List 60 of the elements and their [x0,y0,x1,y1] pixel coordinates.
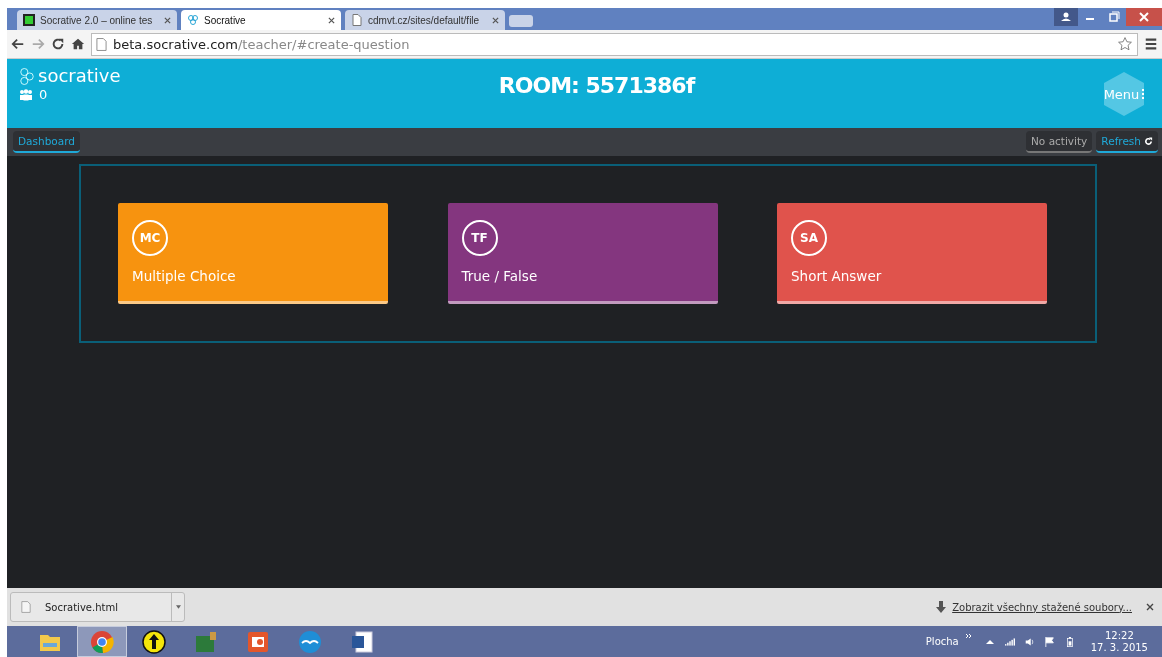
type-label: Multiple Choice [132,268,236,284]
close-icon[interactable] [1126,8,1162,26]
page-icon [96,37,107,51]
browser-tab[interactable]: Socrative 2.0 – online tes [17,10,177,30]
type-badge: TF [461,220,498,256]
room-name: ROOM: 5571386f [497,72,697,98]
clock-date: 17. 3. 2015 [1090,641,1148,654]
clock-time: 12:22 [1104,629,1134,642]
brand-name: socrative [38,65,121,87]
question-type-card[interactable]: TF True / False [447,203,718,304]
refresh-icon [1144,136,1153,146]
address-bar[interactable]: beta.socrative.com/teacher/#create-question [91,32,1138,56]
clock[interactable]: 12:22 17. 3. 2015 [1090,629,1148,654]
document-icon [351,14,363,26]
type-badge: MC [132,220,168,256]
student-count: 0 [39,87,48,102]
star-icon[interactable] [1117,36,1133,52]
download-icon [936,601,947,613]
dashboard-button[interactable]: Dashboard [13,131,80,153]
tab-title: Socrative [204,14,247,26]
back-icon[interactable] [11,37,25,51]
document-icon [21,601,31,613]
flag-icon[interactable] [1044,636,1055,647]
gulls-icon [298,629,322,654]
arrow-circle-icon [142,629,166,654]
tab-title: Socrative 2.0 – online tes [40,14,154,26]
hexagon-logo-icon [19,66,35,86]
tab-title: cdmvt.cz/sites/default/file [368,14,481,26]
browser-tab[interactable]: cdmvt.cz/sites/default/file [345,10,505,30]
show-all-downloads-link[interactable]: Zobrazit všechny stažené soubory... [952,601,1132,613]
browser-tab[interactable]: Socrative [181,10,341,30]
type-badge: SA [791,220,827,256]
refresh-button[interactable]: Refresh [1096,131,1158,153]
close-icon[interactable] [1146,603,1154,611]
file-name: Socrative.html [45,601,119,613]
caret-icon [175,605,181,609]
people-icon [19,88,33,101]
volume-icon[interactable] [1024,636,1035,647]
home-icon[interactable] [71,37,85,51]
signal-icon[interactable] [1004,636,1015,647]
download-item[interactable]: Socrative.html [10,592,185,622]
chevron-icon[interactable] [964,632,973,639]
presentation-icon [246,629,270,654]
type-label: True / False [461,268,538,284]
question-type-card[interactable]: SA Short Answer [777,203,1047,304]
desktop-toolbar-label[interactable]: Plocha [925,636,959,647]
document-icon [350,629,374,654]
close-icon[interactable] [164,16,171,24]
menu-icon[interactable] [1144,37,1158,51]
app-icon [23,14,35,26]
reload-icon[interactable] [51,37,65,51]
battery-icon[interactable] [1064,636,1075,647]
user-icon[interactable] [1054,8,1078,26]
activity-status: No activity [1026,131,1093,153]
type-label: Short Answer [791,268,882,284]
app-icon [194,629,218,654]
browser-icon [90,629,114,654]
close-icon[interactable] [328,16,335,24]
hexagon-logo-icon [187,14,199,26]
close-icon[interactable] [492,16,499,24]
